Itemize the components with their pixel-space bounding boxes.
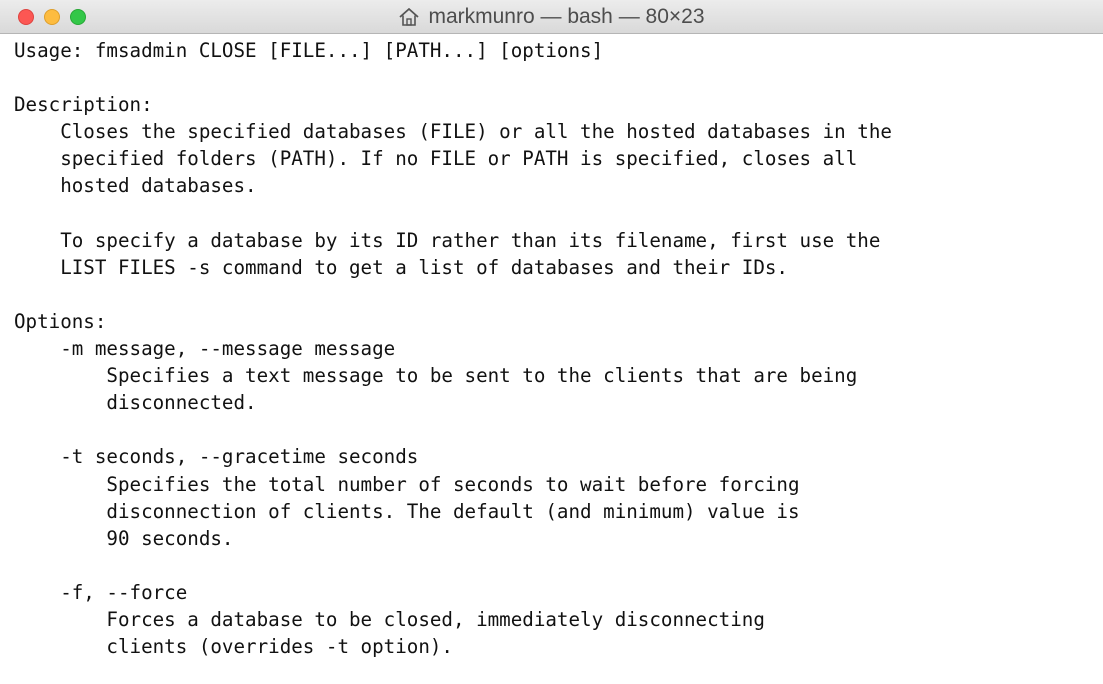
home-icon bbox=[398, 7, 420, 27]
terminal-line: Forces a database to be closed, immediat… bbox=[14, 607, 765, 631]
terminal-line: specified folders (PATH). If no FILE or … bbox=[14, 147, 858, 171]
window-title-container: markmunro — bash — 80×23 bbox=[0, 0, 1103, 34]
terminal-line: disconnected. bbox=[14, 391, 257, 415]
window-title: markmunro — bash — 80×23 bbox=[428, 5, 705, 28]
terminal-line: Specifies the total number of seconds to… bbox=[14, 472, 800, 496]
terminal-line: Specifies a text message to be sent to t… bbox=[14, 364, 858, 388]
terminal-line: -f, --force bbox=[14, 580, 188, 604]
terminal-line: Closes the specified databases (FILE) or… bbox=[14, 120, 892, 144]
terminal-line: To specify a database by its ID rather t… bbox=[14, 228, 881, 252]
terminal-line: -t seconds, --gracetime seconds bbox=[14, 445, 419, 469]
terminal-line: clients (overrides -t option). bbox=[14, 635, 453, 659]
terminal-line: hosted databases. bbox=[14, 174, 257, 198]
terminal-line: -m message, --message message bbox=[14, 337, 396, 361]
terminal-line: LIST FILES -s command to get a list of d… bbox=[14, 255, 788, 279]
terminal-line: Usage: fmsadmin CLOSE [FILE...] [PATH...… bbox=[14, 39, 604, 62]
terminal-line: disconnection of clients. The default (a… bbox=[14, 499, 800, 523]
title-bar[interactable]: markmunro — bash — 80×23 bbox=[0, 0, 1103, 34]
terminal-line: Options: bbox=[14, 309, 107, 333]
terminal-line: Description: bbox=[14, 93, 153, 117]
terminal-window: markmunro — bash — 80×23 Usage: fmsadmin… bbox=[0, 0, 1103, 684]
terminal-line: 90 seconds. bbox=[14, 526, 234, 550]
terminal-output[interactable]: Usage: fmsadmin CLOSE [FILE...] [PATH...… bbox=[14, 37, 1103, 684]
